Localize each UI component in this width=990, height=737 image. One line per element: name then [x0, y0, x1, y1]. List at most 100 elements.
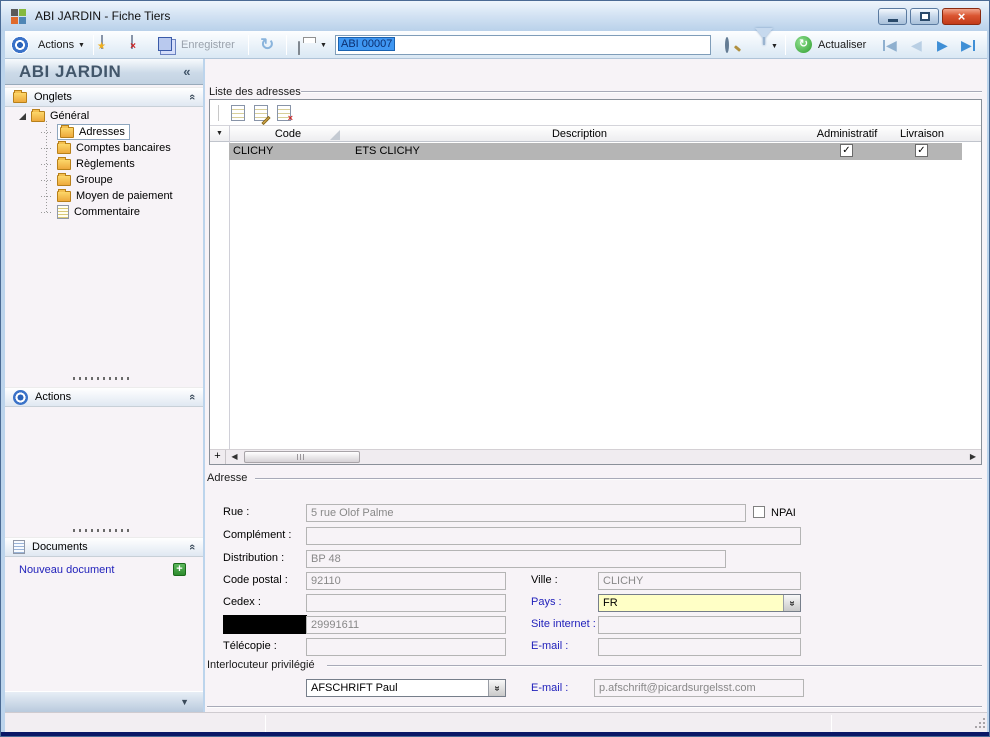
group-line	[327, 665, 982, 667]
row-selector-icon: ▼	[210, 130, 229, 137]
panel-header-onglets[interactable]: Onglets «	[5, 87, 203, 107]
search-icon[interactable]	[725, 37, 729, 53]
refresh-icon[interactable]: ↻	[260, 35, 274, 55]
nav-previous-button[interactable]: ◀	[911, 37, 922, 54]
grid-new-button[interactable]	[231, 105, 245, 121]
email-label: E-mail :	[531, 640, 568, 652]
collapse-sidebar-icon[interactable]: «	[183, 64, 191, 79]
cedex-field[interactable]	[306, 594, 506, 612]
distribution-field[interactable]: BP 48	[306, 550, 726, 568]
code-postal-label: Code postal :	[223, 574, 288, 586]
new-document-link[interactable]: Nouveau document	[19, 564, 114, 576]
maximize-icon	[920, 12, 930, 21]
npai-label: NPAI	[771, 507, 796, 519]
main-panel: Liste des adresses × ▼ Code Description …	[205, 59, 987, 712]
site-internet-field[interactable]	[598, 616, 801, 634]
ville-label: Ville :	[531, 574, 558, 586]
grid-edit-button[interactable]	[254, 105, 268, 121]
tree-selected-item[interactable]: Adresses	[57, 124, 130, 140]
cell-code: CLICHY	[233, 145, 273, 157]
tree-node-label: Général	[50, 110, 89, 122]
save-icon[interactable]	[158, 37, 172, 51]
save-button[interactable]: Enregistrer	[181, 39, 235, 51]
new-record-button[interactable]: ★	[101, 35, 103, 49]
toolbar-separator	[785, 35, 786, 55]
collapse-panel-icon[interactable]: «	[186, 544, 198, 550]
column-header-description[interactable]: Description	[347, 128, 812, 140]
column-header-livraison[interactable]: Livraison	[882, 128, 962, 140]
scroll-left-icon[interactable]: ◀	[227, 450, 242, 464]
note-icon	[57, 205, 69, 219]
app-icon	[11, 9, 26, 24]
delete-x-icon: ×	[130, 42, 136, 52]
cell-administratif-checkbox[interactable]: ✓	[840, 144, 853, 157]
column-header-administratif[interactable]: Administratif	[812, 128, 882, 140]
interlocuteur-combobox[interactable]: AFSCHRIFT Paul «	[306, 679, 506, 697]
toolbar-separator	[248, 35, 249, 55]
panel-header-actions[interactable]: Actions «	[5, 387, 203, 407]
telecopie-field[interactable]	[306, 638, 506, 656]
collapse-panel-icon[interactable]: «	[186, 394, 198, 400]
filter-dropdown-icon[interactable]: ▼	[771, 43, 778, 50]
ville-field[interactable]: CLICHY	[598, 572, 801, 590]
delete-record-button[interactable]: ×	[131, 35, 133, 49]
interlocuteur-email-field[interactable]: p.afschrift@picardsurgelsst.com	[594, 679, 804, 697]
pays-combobox[interactable]: FR «	[598, 594, 801, 612]
pays-label: Pays :	[531, 596, 562, 608]
collapse-panel-icon[interactable]: «	[186, 94, 198, 100]
pays-value: FR	[603, 597, 618, 609]
tree-node-adresses[interactable]: Adresses	[41, 124, 130, 140]
tree-stub	[41, 212, 52, 213]
tree-node-label: Adresses	[79, 126, 125, 138]
close-icon: ×	[958, 10, 966, 23]
actualiser-button[interactable]: Actualiser	[818, 39, 866, 51]
actualiser-icon[interactable]: ↻	[795, 36, 812, 53]
tree-node-commentaire[interactable]: Commentaire	[41, 204, 140, 220]
actions-menu-button[interactable]: Actions	[38, 39, 74, 51]
actions-dropdown-icon[interactable]: ▼	[78, 42, 85, 49]
grid-add-row-button[interactable]: +	[210, 450, 226, 464]
nav-last-button[interactable]: ▶	[961, 37, 975, 54]
rue-field[interactable]: 5 rue Olof Palme	[306, 504, 746, 522]
cell-livraison-checkbox[interactable]: ✓	[915, 144, 928, 157]
titlebar: ABI JARDIN - Fiche Tiers ×	[1, 1, 989, 31]
tree-node-moyen-de-paiement[interactable]: Moyen de paiement	[41, 188, 173, 204]
panel-title-documents: Documents	[32, 541, 88, 553]
group-title-interlocuteur: Interlocuteur privilégié	[207, 659, 315, 671]
tree-stub	[41, 180, 52, 181]
toolbar-grip	[218, 105, 219, 121]
scrollbar-thumb[interactable]	[244, 451, 360, 463]
scroll-right-icon[interactable]: ▶	[966, 450, 980, 464]
maximize-button[interactable]	[910, 8, 939, 25]
record-code-input[interactable]: ABI 00007	[335, 35, 711, 55]
code-postal-field[interactable]: 92110	[306, 572, 506, 590]
email-field[interactable]	[598, 638, 801, 656]
print-dropdown-icon[interactable]: ▼	[320, 42, 327, 49]
minimize-button[interactable]	[878, 8, 907, 25]
print-button[interactable]	[298, 41, 300, 55]
resize-grip[interactable]	[975, 726, 977, 728]
tree-node-comptes-bancaires[interactable]: Comptes bancaires	[41, 140, 171, 156]
complement-field[interactable]	[306, 527, 801, 545]
tree-expander-icon[interactable]	[19, 113, 26, 120]
npai-checkbox[interactable]	[753, 506, 765, 518]
grid-header: ▼ Code Description Administratif Livrais…	[210, 125, 981, 142]
nav-first-button[interactable]: ◀	[883, 37, 897, 54]
window-bottom-border	[1, 732, 989, 736]
tree-node-reglements[interactable]: Règlements	[41, 156, 135, 172]
grid-delete-button[interactable]: ×	[277, 105, 291, 121]
interlocuteur-dropdown-button[interactable]: «	[488, 680, 505, 696]
tree-stub	[41, 132, 52, 133]
close-button[interactable]: ×	[942, 8, 981, 25]
telephone-field[interactable]: 29991611	[306, 616, 506, 634]
panel-header-documents[interactable]: Documents «	[5, 537, 203, 557]
splitter-handle[interactable]	[73, 529, 131, 532]
add-document-icon[interactable]: +	[173, 563, 186, 576]
footer-collapse-icon[interactable]: ▼	[180, 697, 189, 707]
pays-dropdown-button[interactable]: «	[783, 595, 800, 611]
splitter-handle[interactable]	[73, 377, 131, 380]
nav-next-button[interactable]: ▶	[937, 37, 948, 54]
table-row[interactable]: CLICHY ETS CLICHY ✓ ✓	[229, 143, 962, 160]
tree-node-general[interactable]: Général	[19, 108, 89, 124]
tree-node-groupe[interactable]: Groupe	[41, 172, 113, 188]
